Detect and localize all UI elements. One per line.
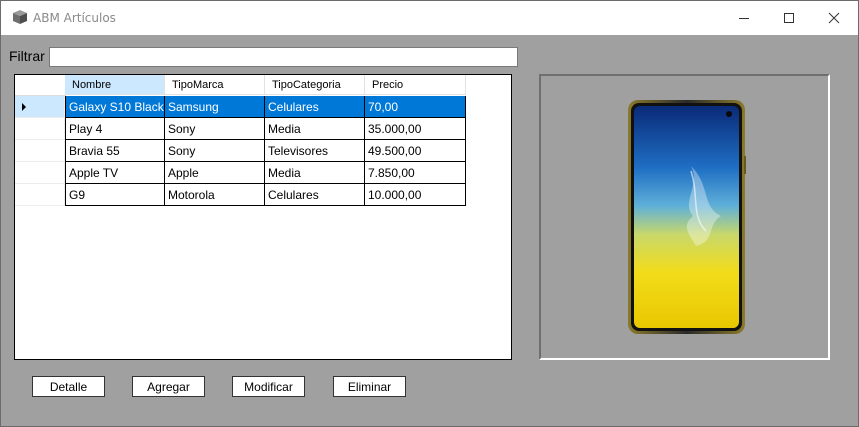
minimize-button[interactable]: [721, 1, 767, 35]
filter-label: Filtrar: [9, 48, 45, 64]
modificar-button[interactable]: Modificar: [232, 376, 305, 397]
cell-precio[interactable]: 49.500,00: [365, 140, 466, 162]
cell-tipomarca[interactable]: Motorola: [165, 184, 265, 206]
cell-nombre[interactable]: Bravia 55: [65, 140, 165, 162]
close-button[interactable]: [811, 1, 857, 35]
cell-nombre[interactable]: Galaxy S10 Black: [65, 96, 165, 118]
cell-nombre[interactable]: G9: [65, 184, 165, 206]
current-row-indicator-icon: [22, 103, 26, 111]
app-window: ABM Artículos Filtrar Nombre TipoMarca T…: [0, 0, 859, 427]
table-row[interactable]: Galaxy S10 Black Samsung Celulares 70,00: [15, 96, 466, 118]
cell-precio[interactable]: 35.000,00: [365, 118, 466, 140]
cell-tipomarca[interactable]: Samsung: [165, 96, 265, 118]
articles-grid[interactable]: Nombre TipoMarca TipoCategoria Precio Ga…: [14, 74, 512, 360]
detalle-button[interactable]: Detalle: [32, 376, 105, 397]
close-icon: [828, 12, 840, 24]
cell-precio[interactable]: 10.000,00: [365, 184, 466, 206]
cell-tipocategoria[interactable]: Media: [265, 162, 365, 184]
cell-tipomarca[interactable]: Sony: [165, 140, 265, 162]
agregar-button[interactable]: Agregar: [132, 376, 205, 397]
cell-tipocategoria[interactable]: Televisores: [265, 140, 365, 162]
cell-precio[interactable]: 7.850,00: [365, 162, 466, 184]
cell-tipomarca[interactable]: Apple: [165, 162, 265, 184]
table-row[interactable]: G9 Motorola Celulares 10.000,00: [15, 184, 466, 206]
column-header-tipocategoria[interactable]: TipoCategoria: [265, 75, 365, 95]
row-header[interactable]: [15, 140, 65, 162]
cell-tipocategoria[interactable]: Celulares: [265, 184, 365, 206]
filter-input[interactable]: [49, 47, 518, 67]
row-header[interactable]: [15, 184, 65, 206]
app-icon: [13, 10, 27, 24]
article-image-box: [539, 74, 830, 360]
eliminar-button[interactable]: Eliminar: [333, 376, 406, 397]
table-row[interactable]: Play 4 Sony Media 35.000,00: [15, 118, 466, 140]
grid-corner-cell[interactable]: [15, 75, 66, 96]
column-header-tipomarca[interactable]: TipoMarca: [165, 75, 265, 95]
grid-header-row: Nombre TipoMarca TipoCategoria Precio: [15, 75, 467, 96]
column-header-nombre[interactable]: Nombre: [65, 75, 165, 95]
minimize-icon: [739, 18, 749, 19]
row-header[interactable]: [15, 96, 65, 118]
title-bar[interactable]: ABM Artículos: [1, 1, 858, 35]
cell-tipomarca[interactable]: Sony: [165, 118, 265, 140]
window-title: ABM Artículos: [33, 11, 116, 25]
row-header[interactable]: [15, 162, 65, 184]
cell-nombre[interactable]: Play 4: [65, 118, 165, 140]
table-row[interactable]: Apple TV Apple Media 7.850,00: [15, 162, 466, 184]
maximize-button[interactable]: [766, 1, 812, 35]
table-row[interactable]: Bravia 55 Sony Televisores 49.500,00: [15, 140, 466, 162]
row-header[interactable]: [15, 118, 65, 140]
maximize-icon: [784, 13, 794, 23]
cell-precio[interactable]: 70,00: [365, 96, 466, 118]
cell-nombre[interactable]: Apple TV: [65, 162, 165, 184]
cell-tipocategoria[interactable]: Celulares: [265, 96, 365, 118]
column-header-precio[interactable]: Precio: [365, 75, 466, 95]
smartphone-image: [628, 100, 746, 334]
cell-tipocategoria[interactable]: Media: [265, 118, 365, 140]
